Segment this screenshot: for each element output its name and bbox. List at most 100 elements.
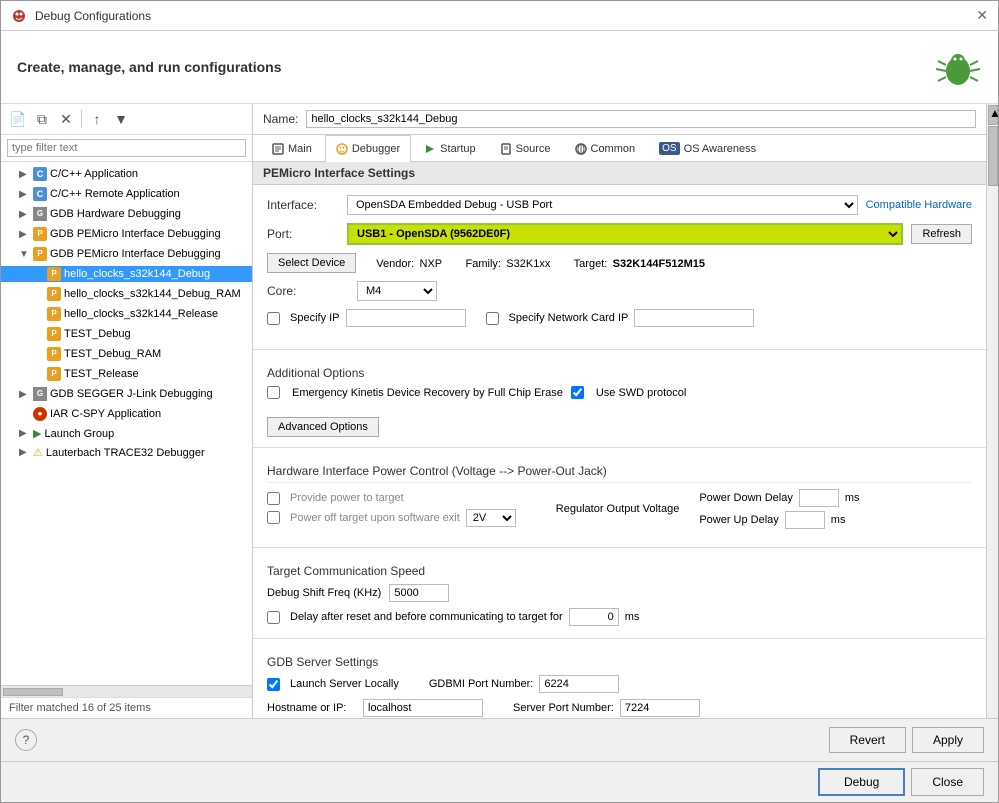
delay-checkbox[interactable]	[267, 611, 280, 624]
delay-label: Delay after reset and before communicati…	[290, 611, 563, 623]
debug-shift-label: Debug Shift Freq (KHz)	[267, 587, 381, 599]
emergency-checkbox[interactable]	[267, 386, 280, 399]
divider3	[253, 547, 986, 548]
port-select[interactable]: USB1 - OpenSDA (9562DE0F)	[347, 223, 903, 245]
delete-config-button[interactable]: ✕	[55, 108, 77, 130]
common-tab-icon	[575, 143, 587, 155]
specify-network-checkbox[interactable]	[486, 312, 499, 325]
port-label: Port:	[267, 227, 347, 241]
vendor-label: Vendor:	[376, 258, 414, 270]
c-icon: C	[33, 187, 47, 201]
power-up-input[interactable]	[785, 511, 825, 529]
advanced-options-button[interactable]: Advanced Options	[267, 417, 379, 437]
interface-select[interactable]: OpenSDA Embedded Debug - USB Port	[347, 195, 858, 215]
filter-input[interactable]	[7, 139, 246, 157]
form-area: Interface: OpenSDA Embedded Debug - USB …	[253, 185, 986, 345]
gdbmi-label: GDBMI Port Number:	[429, 678, 534, 690]
gdb-server-row1: Launch Server Locally GDBMI Port Number:	[267, 675, 972, 693]
close-button[interactable]: ✕	[976, 7, 988, 24]
scroll-thumb-main[interactable]	[988, 126, 998, 186]
gdb-icon: G	[33, 387, 47, 401]
sidebar-toolbar: 📄 ⧉ ✕ ↑ ▼	[1, 104, 252, 135]
selected-icon: P	[47, 267, 61, 281]
tab-startup[interactable]: Startup	[413, 135, 486, 161]
hostname-label: Hostname or IP:	[267, 702, 357, 714]
name-bar: Name:	[253, 104, 986, 135]
select-device-button[interactable]: Select Device	[267, 253, 356, 273]
list-item: P hello_clocks_s32k144_Debug_RAM	[1, 284, 252, 304]
sidebar-scrollbar[interactable]	[1, 685, 252, 697]
compatible-hardware-link[interactable]: Compatible Hardware	[866, 199, 972, 211]
power-down-input[interactable]	[799, 489, 839, 507]
core-label: Core:	[267, 284, 347, 298]
voltage-select[interactable]: 2V	[466, 509, 516, 527]
core-select[interactable]: M4	[357, 281, 437, 301]
list-item: ▶ ⚠ Lauterbach TRACE32 Debugger	[1, 443, 252, 462]
expand-arrow: ▶	[19, 389, 33, 400]
power-off-checkbox[interactable]	[267, 511, 280, 524]
sidebar-item-label: TEST_Release	[64, 368, 139, 380]
power-target-row: Provide power to target	[267, 492, 516, 505]
gdb-server-section: GDB Server Settings Launch Server Locall…	[253, 647, 986, 718]
duplicate-config-button[interactable]: ⧉	[31, 108, 53, 130]
list-item: P hello_clocks_s32k144_Debug	[1, 264, 252, 284]
power-target-label: Provide power to target	[290, 492, 404, 504]
tab-common[interactable]: Common	[564, 135, 647, 161]
apply-button[interactable]: Apply	[912, 727, 984, 753]
swd-checkbox[interactable]	[571, 386, 584, 399]
speed-section: Target Communication Speed Debug Shift F…	[253, 556, 986, 634]
name-label: Name:	[263, 112, 298, 126]
scroll-up-arrow[interactable]: ▲	[988, 105, 998, 125]
export-config-button[interactable]: ↑	[86, 108, 108, 130]
scroll-thumb[interactable]	[3, 688, 63, 696]
port-row: Port: USB1 - OpenSDA (9562DE0F) Refresh	[267, 223, 972, 245]
refresh-button[interactable]: Refresh	[911, 224, 972, 244]
tab-source[interactable]: Source	[489, 135, 562, 161]
vendor-value: NXP	[420, 258, 443, 270]
close-button-footer[interactable]: Close	[911, 768, 984, 796]
launch-server-checkbox[interactable]	[267, 678, 280, 691]
tab-debugger-label: Debugger	[352, 143, 400, 155]
divider4	[253, 638, 986, 639]
expand-arrow: ▶	[19, 447, 33, 458]
main-scrollbar[interactable]: ▲	[986, 104, 998, 718]
sidebar-item-label: Lauterbach TRACE32 Debugger	[46, 447, 205, 459]
emergency-label: Emergency Kinetis Device Recovery by Ful…	[292, 387, 563, 399]
server-port-input[interactable]	[620, 699, 700, 717]
sidebar-status: Filter matched 16 of 25 items	[1, 697, 252, 718]
power-target-checkbox[interactable]	[267, 492, 280, 505]
name-input[interactable]	[306, 110, 976, 128]
revert-button[interactable]: Revert	[829, 727, 906, 753]
regulator-row: Regulator Output Voltage	[556, 503, 680, 515]
tab-main-label: Main	[288, 143, 312, 155]
list-item: P TEST_Release	[1, 364, 252, 384]
tab-os-awareness[interactable]: OS OS Awareness	[648, 135, 767, 161]
family-label: Family:	[466, 258, 501, 270]
expand-arrow: ▶	[19, 169, 33, 180]
network-ip-input[interactable]	[634, 309, 754, 327]
hostname-input[interactable]	[363, 699, 483, 717]
list-item: ▶ G GDB SEGGER J-Link Debugging	[1, 384, 252, 404]
power-up-row: Power Up Delay ms	[699, 511, 859, 529]
tab-debugger[interactable]: Debugger	[325, 135, 411, 162]
more-options-button[interactable]: ▼	[110, 108, 132, 130]
power-checkboxes: Provide power to target Power off target…	[267, 492, 516, 527]
debug-button[interactable]: Debug	[818, 768, 905, 796]
specify-ip-checkbox[interactable]	[267, 312, 280, 325]
help-button[interactable]: ?	[15, 729, 37, 751]
tab-bar: Main Debugger Startup Source Common	[253, 135, 986, 162]
regulator-label: Regulator Output Voltage	[556, 503, 680, 515]
delay-input[interactable]	[569, 608, 619, 626]
debug-shift-input[interactable]	[389, 584, 449, 602]
ip-input[interactable]	[346, 309, 466, 327]
power-section: Hardware Interface Power Control (Voltag…	[253, 456, 986, 543]
device-row: Select Device Vendor: NXP Family: S32K1x…	[267, 253, 972, 273]
sidebar-item-label: TEST_Debug_RAM	[64, 348, 161, 360]
debug-icon: P	[33, 247, 47, 261]
gdbmi-input[interactable]	[539, 675, 619, 693]
new-config-button[interactable]: 📄	[7, 108, 29, 130]
tab-main[interactable]: Main	[261, 135, 323, 161]
power-right: Regulator Output Voltage	[556, 503, 680, 515]
list-item: ▼ P GDB PEMicro Interface Debugging	[1, 244, 252, 264]
list-item: ▶ C C/C++ Application	[1, 164, 252, 184]
